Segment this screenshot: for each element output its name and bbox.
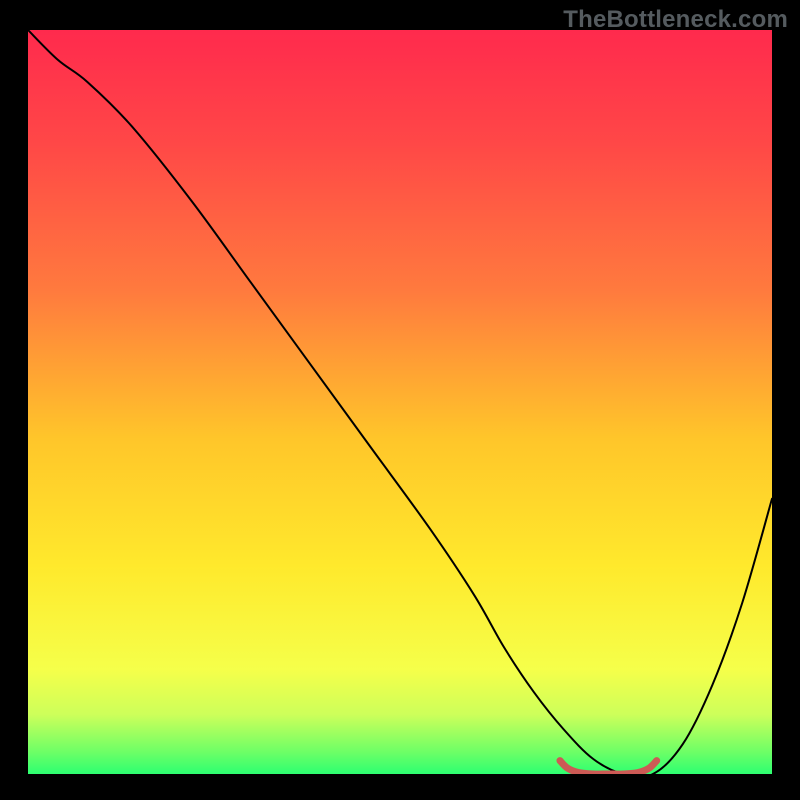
gradient-background <box>28 30 772 774</box>
chart-svg <box>28 30 772 774</box>
chart-plot <box>28 30 772 774</box>
